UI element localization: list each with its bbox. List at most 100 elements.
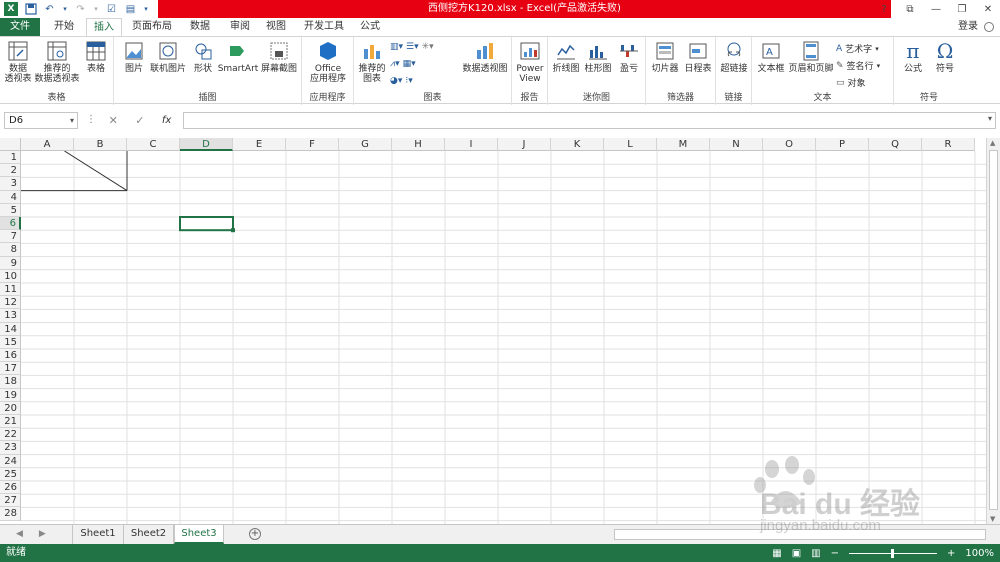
column-header-b[interactable]: B xyxy=(74,138,127,151)
enter-icon[interactable]: ✓ xyxy=(135,114,144,127)
column-header-m[interactable]: M xyxy=(657,138,710,151)
column-header-a[interactable]: A xyxy=(21,138,74,151)
column-header-k[interactable]: K xyxy=(551,138,604,151)
formula-bar-grip-icon[interactable]: ⋮ xyxy=(86,114,96,125)
tab-insert[interactable]: 插入 xyxy=(86,18,122,37)
column-header-l[interactable]: L xyxy=(604,138,657,151)
office-apps-button[interactable]: Office 应用程序 xyxy=(305,40,351,84)
help-icon[interactable]: ? xyxy=(876,4,892,15)
row-header-27[interactable]: 27 xyxy=(0,494,21,508)
sparkline-column-button[interactable]: 柱形图 xyxy=(583,40,613,74)
checkbox-icon[interactable]: ☑ xyxy=(105,3,118,16)
print-preview-icon[interactable]: ▤ xyxy=(124,3,137,16)
column-header-q[interactable]: Q xyxy=(869,138,922,151)
row-header-21[interactable]: 21 xyxy=(0,415,21,429)
next-sheet-icon[interactable]: ▶ xyxy=(39,529,46,539)
row-header-7[interactable]: 7 xyxy=(0,230,21,244)
timeline-button[interactable]: 日程表 xyxy=(683,40,713,74)
account-icon[interactable] xyxy=(984,22,994,32)
textbox-button[interactable]: A 文本框 xyxy=(755,40,787,74)
row-header-16[interactable]: 16 xyxy=(0,349,21,363)
row-header-10[interactable]: 10 xyxy=(0,269,21,283)
row-header-26[interactable]: 26 xyxy=(0,481,21,495)
vertical-scrollbar[interactable]: ▲ ▼ xyxy=(986,138,1000,524)
recommended-charts-button[interactable]: 推荐的 图表 xyxy=(357,40,387,84)
smartart-button[interactable]: SmartArt xyxy=(218,40,258,74)
save-icon[interactable] xyxy=(24,3,37,16)
hyperlink-button[interactable]: 超链接 xyxy=(718,40,750,74)
recommended-pivot-button[interactable]: 推荐的 数据透视表 xyxy=(34,40,80,84)
row-header-22[interactable]: 22 xyxy=(0,428,21,442)
vertical-scroll-thumb[interactable] xyxy=(989,150,998,510)
header-footer-button[interactable]: 页眉和页脚 xyxy=(788,40,834,74)
picture-button[interactable]: 图片 xyxy=(120,40,148,74)
bar-chart-icon[interactable]: ☰▾ xyxy=(406,42,419,52)
row-header-1[interactable]: 1 xyxy=(0,151,21,165)
redo-icon[interactable]: ↷ xyxy=(74,3,87,16)
zoom-out-button[interactable]: − xyxy=(831,548,839,559)
name-box[interactable]: D6 ▾ xyxy=(4,112,78,129)
redo-dropdown-icon[interactable]: ▾ xyxy=(93,3,99,16)
row-header-4[interactable]: 4 xyxy=(0,190,21,204)
equation-button[interactable]: π 公式 xyxy=(898,40,928,74)
column-header-f[interactable]: F xyxy=(286,138,339,151)
column-header-n[interactable]: N xyxy=(710,138,763,151)
screenshot-button[interactable]: 屏幕截图 xyxy=(260,40,298,74)
tab-view[interactable]: 视图 xyxy=(258,18,294,36)
tab-review[interactable]: 审阅 xyxy=(222,18,258,36)
column-header-d[interactable]: D xyxy=(180,138,233,151)
close-icon[interactable]: ✕ xyxy=(980,4,996,15)
sheet-tab-sheet3[interactable]: Sheet3 xyxy=(174,525,224,544)
insert-function-icon[interactable]: fx xyxy=(162,115,171,126)
row-header-25[interactable]: 25 xyxy=(0,467,21,481)
column-header-p[interactable]: P xyxy=(816,138,869,151)
tab-data[interactable]: 数据 xyxy=(182,18,218,36)
active-cell-outline[interactable] xyxy=(179,216,234,232)
page-layout-view-icon[interactable]: ▣ xyxy=(792,548,801,559)
customize-qat-icon[interactable]: ▾ xyxy=(143,3,149,16)
scroll-down-icon[interactable]: ▼ xyxy=(990,515,995,523)
online-picture-button[interactable]: 联机图片 xyxy=(148,40,188,74)
row-header-11[interactable]: 11 xyxy=(0,283,21,297)
column-header-c[interactable]: C xyxy=(127,138,180,151)
row-header-6[interactable]: 6 xyxy=(0,217,21,231)
row-header-20[interactable]: 20 xyxy=(0,401,21,415)
row-header-15[interactable]: 15 xyxy=(0,335,21,349)
zoom-slider-knob[interactable] xyxy=(891,548,895,558)
row-header-19[interactable]: 19 xyxy=(0,388,21,402)
page-break-view-icon[interactable]: ▥ xyxy=(811,548,820,559)
add-sheet-icon[interactable]: + xyxy=(249,528,261,540)
zoom-in-button[interactable]: + xyxy=(947,548,955,559)
row-header-28[interactable]: 28 xyxy=(0,507,21,521)
expand-formula-icon[interactable]: ▾ xyxy=(988,114,992,123)
undo-icon[interactable]: ↶ xyxy=(43,3,56,16)
row-header-17[interactable]: 17 xyxy=(0,362,21,376)
power-view-button[interactable]: Power View xyxy=(514,40,546,84)
scroll-up-icon[interactable]: ▲ xyxy=(990,139,995,147)
table-button[interactable]: 表格 xyxy=(82,40,110,74)
column-chart-icon[interactable]: ▥▾ xyxy=(390,42,403,52)
row-header-2[interactable]: 2 xyxy=(0,164,21,178)
tab-developer[interactable]: 开发工具 xyxy=(300,18,348,36)
minimize-icon[interactable]: — xyxy=(928,4,944,15)
line-chart-icon[interactable]: ⩘▾ xyxy=(390,59,400,69)
slicer-button[interactable]: 切片器 xyxy=(649,40,681,74)
name-box-dropdown-icon[interactable]: ▾ xyxy=(70,113,74,128)
tab-file[interactable]: 文件 xyxy=(0,18,40,36)
cancel-icon[interactable]: ✕ xyxy=(109,114,118,127)
tab-page-layout[interactable]: 页面布局 xyxy=(127,18,177,36)
row-header-3[interactable]: 3 xyxy=(0,177,21,191)
row-header-8[interactable]: 8 xyxy=(0,243,21,257)
row-header-5[interactable]: 5 xyxy=(0,203,21,217)
formula-input[interactable]: ▾ xyxy=(183,112,996,129)
hierarchy-chart-icon[interactable]: ✳▾ xyxy=(422,42,434,52)
column-header-o[interactable]: O xyxy=(763,138,816,151)
symbol-button[interactable]: Ω 符号 xyxy=(930,40,960,74)
row-header-23[interactable]: 23 xyxy=(0,441,21,455)
sheet-tab-sheet1[interactable]: Sheet1 xyxy=(72,525,124,544)
column-header-h[interactable]: H xyxy=(392,138,445,151)
shapes-button[interactable]: 形状 xyxy=(190,40,216,74)
pivot-chart-button[interactable]: 数据透视图 xyxy=(460,40,510,74)
select-all-corner[interactable] xyxy=(0,138,21,151)
fill-handle[interactable] xyxy=(231,228,235,233)
